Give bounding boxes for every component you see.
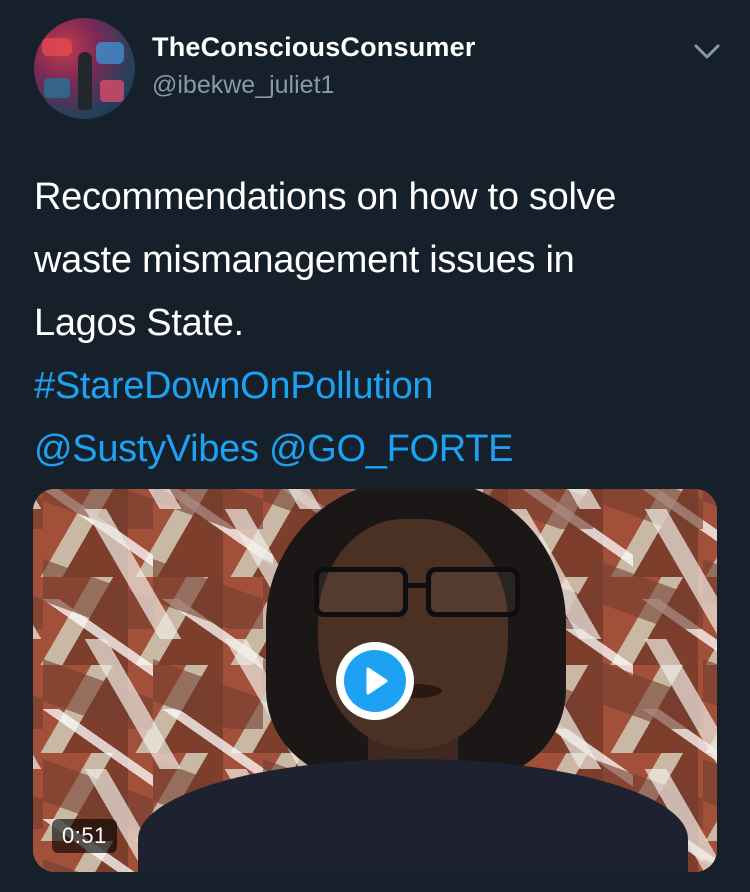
tweet-text-line: Recommendations on how to solve — [34, 176, 617, 218]
mention-link[interactable]: @GO_FORTE — [269, 428, 514, 470]
avatar-detail — [44, 78, 70, 98]
tweet-text-line: Lagos State. — [34, 302, 244, 344]
video-player[interactable]: 0:51 — [33, 489, 717, 872]
tweet-card: TheConsciousConsumer @ibekwe_juliet1 Rec… — [0, 0, 750, 892]
glasses-bridge — [406, 583, 428, 588]
chevron-down-icon[interactable] — [692, 38, 722, 64]
avatar-detail — [96, 42, 124, 64]
tweet-text: Recommendations on how to solve waste mi… — [34, 166, 724, 481]
person-glasses — [300, 567, 532, 623]
play-button[interactable] — [336, 642, 414, 720]
avatar-figure — [78, 52, 92, 110]
user-handle[interactable]: @ibekwe_juliet1 — [152, 71, 334, 100]
play-icon — [344, 650, 406, 712]
video-duration-badge: 0:51 — [52, 819, 117, 853]
avatar[interactable] — [34, 18, 135, 119]
display-name[interactable]: TheConsciousConsumer — [152, 32, 476, 63]
hashtag-link[interactable]: #StareDownOnPollution — [34, 355, 724, 418]
lens — [426, 567, 520, 617]
mention-link[interactable]: @SustyVibes — [34, 428, 259, 470]
avatar-detail — [42, 38, 72, 56]
tweet-text-line: waste mismanagement issues in — [34, 239, 575, 281]
lens — [314, 567, 408, 617]
avatar-detail — [100, 80, 124, 102]
person-face — [318, 519, 508, 749]
